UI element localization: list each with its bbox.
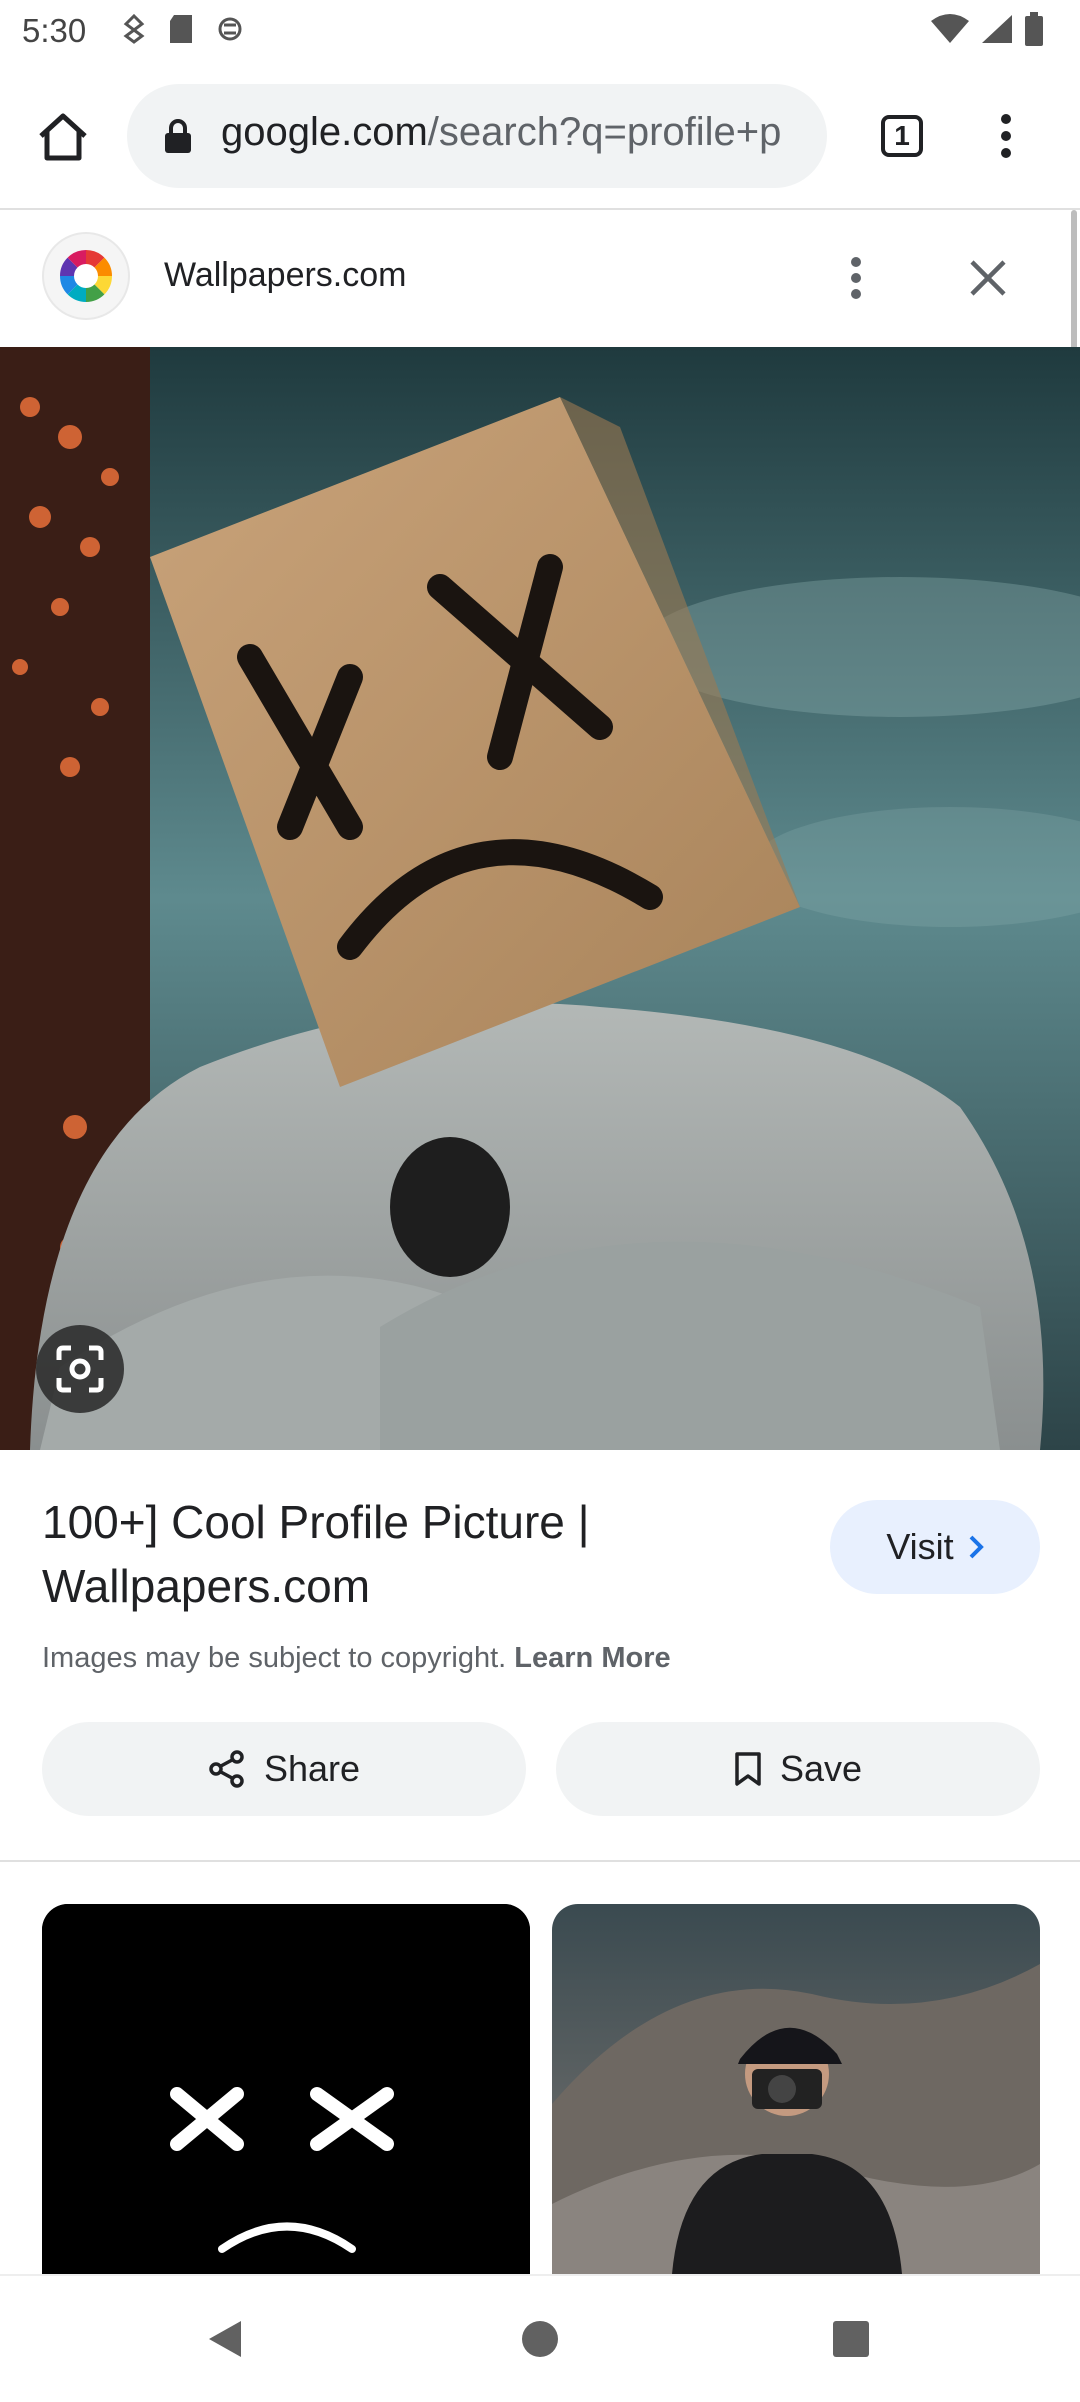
status-system-icons — [930, 12, 1044, 46]
url-path: /search?q=profile+p — [427, 110, 782, 154]
status-time: 5:30 — [22, 12, 87, 49]
sad-face-image — [42, 1904, 530, 2274]
back-triangle-icon — [209, 2321, 241, 2357]
copyright-notice: Images may be subject to copyright. Lear… — [42, 1642, 671, 1675]
share-icon — [209, 1750, 244, 1788]
photographer-image — [552, 1904, 1040, 2274]
source-name[interactable]: Wallpapers.com — [164, 256, 406, 295]
recents-square-icon — [833, 2321, 869, 2357]
data-saver-icon — [123, 14, 145, 44]
more-vert-icon — [851, 257, 861, 299]
address-bar[interactable]: google.com/search?q=profile+p — [127, 84, 827, 188]
result-title[interactable]: 100+] Cool Profile Picture | Wallpapers.… — [42, 1490, 802, 1618]
lock-icon — [165, 119, 191, 153]
related-image-tile[interactable] — [552, 1904, 1040, 2274]
url-text: google.com/search?q=profile+p — [221, 110, 811, 155]
section-divider — [0, 1860, 1080, 1862]
browser-menu-button[interactable] — [976, 106, 1036, 166]
home-circle-icon — [522, 2321, 558, 2357]
lens-search-button[interactable] — [36, 1325, 124, 1413]
close-button[interactable] — [958, 248, 1018, 308]
source-header: Wallpapers.com — [0, 210, 1070, 346]
visit-label: Visit — [886, 1526, 954, 1567]
sync-icon — [218, 17, 242, 41]
sd-card-icon — [170, 15, 192, 43]
tab-count: 1 — [881, 115, 923, 157]
learn-more-link[interactable]: Learn More — [514, 1642, 670, 1674]
chevron-right-icon — [969, 1535, 984, 1559]
cellular-signal-icon — [982, 15, 1012, 43]
home-button[interactable] — [30, 104, 96, 170]
system-navigation-bar — [0, 2274, 1080, 2402]
browser-toolbar: google.com/search?q=profile+p 1 — [0, 66, 1080, 210]
bookmark-icon — [735, 1752, 761, 1786]
google-lens-icon — [56, 1345, 104, 1393]
battery-icon — [1025, 12, 1043, 46]
share-button[interactable]: Share — [42, 1722, 526, 1816]
main-image[interactable] — [0, 347, 1080, 1450]
status-bar: 5:30 — [0, 0, 1080, 66]
save-label: Save — [779, 1748, 863, 1789]
back-button[interactable] — [192, 2306, 258, 2372]
wallpapers-logo-icon — [59, 249, 113, 303]
status-notification-icons — [122, 14, 244, 44]
home-nav-button[interactable] — [507, 2306, 573, 2372]
recents-button[interactable] — [818, 2306, 884, 2372]
close-icon — [970, 260, 1006, 296]
source-logo — [42, 232, 130, 320]
paper-bag-person-image — [0, 347, 1080, 1450]
wifi-icon — [931, 14, 969, 43]
page-scrollbar[interactable] — [1071, 210, 1077, 350]
more-vert-icon — [1001, 114, 1011, 158]
copyright-text: Images may be subject to copyright. — [42, 1642, 507, 1674]
source-more-button[interactable] — [836, 248, 876, 308]
url-domain: google.com — [221, 110, 428, 154]
related-image-tile[interactable] — [42, 1904, 530, 2274]
visit-button[interactable]: Visit — [830, 1500, 1040, 1594]
home-icon — [39, 113, 87, 161]
tab-switcher-button[interactable]: 1 — [872, 106, 932, 166]
save-button[interactable]: Save — [556, 1722, 1040, 1816]
share-label: Share — [263, 1748, 361, 1789]
